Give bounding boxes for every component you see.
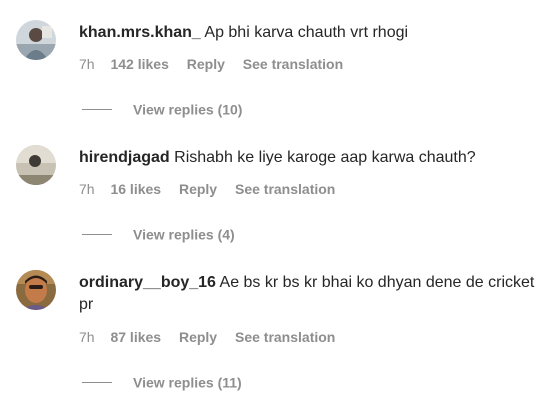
avatar-image [16, 270, 56, 310]
replies-divider [82, 233, 112, 235]
view-replies-button[interactable]: View replies (4) [82, 224, 235, 243]
replies-divider [82, 381, 112, 383]
comment-line: hirendjagad Rishabh ke liye karoge aap k… [79, 147, 539, 169]
avatar[interactable] [16, 20, 56, 60]
reply-button[interactable]: Reply [179, 328, 217, 346]
avatar-image [16, 20, 56, 60]
comment-body: hirendjagad Rishabh ke liye karoge aap k… [79, 147, 539, 169]
view-replies-label: View replies (4) [133, 226, 235, 243]
view-replies-label: View replies (11) [133, 374, 242, 391]
avatar[interactable] [16, 145, 56, 185]
comment-username[interactable]: hirendjagad [79, 149, 170, 166]
comment-time: 7h [79, 181, 95, 197]
comment-meta: 7h 87 likes Reply See translation [79, 328, 349, 346]
see-translation-button[interactable]: See translation [243, 55, 343, 73]
reply-button[interactable]: Reply [187, 55, 225, 73]
comment-body: khan.mrs.khan_ Ap bhi karva chauth vrt r… [79, 22, 539, 44]
view-replies-button[interactable]: View replies (11) [82, 372, 242, 391]
likes-count[interactable]: 142 likes [110, 55, 168, 73]
comment-text: Rishabh ke liye karoge aap karwa chauth? [174, 149, 476, 166]
view-replies-label: View replies (10) [133, 101, 243, 118]
replies-divider [82, 108, 112, 110]
comment-time: 7h [79, 329, 95, 345]
avatar-image [16, 145, 56, 185]
comment-username[interactable]: khan.mrs.khan_ [79, 24, 201, 41]
likes-count[interactable]: 16 likes [110, 180, 161, 198]
comment-meta: 7h 142 likes Reply See translation [79, 55, 357, 73]
reply-button[interactable]: Reply [179, 180, 217, 198]
likes-count[interactable]: 87 likes [110, 328, 161, 346]
comment-meta: 7h 16 likes Reply See translation [79, 180, 349, 198]
comment-line: ordinary__boy_16 Ae bs kr bs kr bhai ko … [79, 272, 539, 316]
comment-body: ordinary__boy_16 Ae bs kr bs kr bhai ko … [79, 272, 539, 316]
comment-time: 7h [79, 56, 95, 72]
comment-username[interactable]: ordinary__boy_16 [79, 274, 216, 291]
see-translation-button[interactable]: See translation [235, 180, 335, 198]
comment-line: khan.mrs.khan_ Ap bhi karva chauth vrt r… [79, 22, 539, 44]
avatar[interactable] [16, 270, 56, 310]
view-replies-button[interactable]: View replies (10) [82, 99, 242, 118]
see-translation-button[interactable]: See translation [235, 328, 335, 346]
comment-text: Ap bhi karva chauth vrt rhogi [204, 24, 409, 41]
